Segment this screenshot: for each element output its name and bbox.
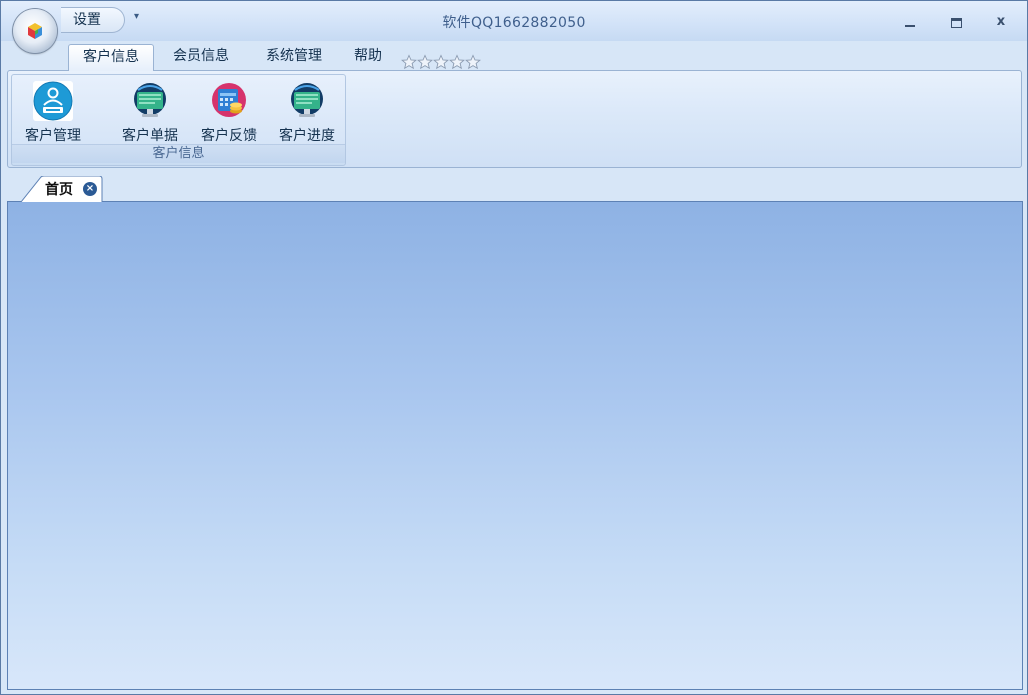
tab-help[interactable]: 帮助 xyxy=(344,44,392,71)
monitor-globe-icon xyxy=(291,83,323,117)
customer-feedback-button[interactable]: 客户反馈 xyxy=(194,79,264,145)
customer-progress-button[interactable]: 客户进度 xyxy=(272,79,342,145)
document-tab-strip: 首页 × xyxy=(7,171,1023,202)
monitor-globe-icon xyxy=(134,83,166,117)
tab-member-info[interactable]: 会员信息 xyxy=(161,44,241,71)
customer-progress-label: 客户进度 xyxy=(279,128,335,144)
client-icon xyxy=(33,81,73,121)
star-icon xyxy=(465,54,481,70)
customer-management-button[interactable]: 客户管理 xyxy=(18,79,88,145)
application-menu-button[interactable] xyxy=(13,9,57,53)
maximize-button[interactable] xyxy=(945,13,967,31)
app-logo-icon xyxy=(28,23,42,39)
minimize-button[interactable] xyxy=(899,13,921,31)
calendar-coins-icon xyxy=(212,83,246,117)
rating-stars[interactable] xyxy=(401,54,481,70)
close-tab-icon[interactable]: × xyxy=(83,182,97,196)
tab-home[interactable]: 首页 × xyxy=(21,176,103,202)
customer-feedback-label: 客户反馈 xyxy=(201,128,257,144)
customer-documents-label: 客户单据 xyxy=(122,128,178,144)
main-content-area xyxy=(7,202,1023,690)
customer-documents-button[interactable]: 客户单据 xyxy=(115,79,185,145)
window-title: 软件QQ1662882050 xyxy=(442,15,586,31)
star-icon xyxy=(449,54,465,70)
app-window: 设置 ▾ 软件QQ1662882050 x 客户信息 会员信息 系统管理 帮助 xyxy=(0,0,1028,695)
star-icon xyxy=(417,54,433,70)
tab-system-management[interactable]: 系统管理 xyxy=(254,44,334,71)
ribbon-tab-bar: 客户信息 会员信息 系统管理 帮助 xyxy=(1,41,1027,71)
ribbon-group-label: 客户信息 xyxy=(12,144,345,163)
tab-home-label: 首页 xyxy=(45,182,73,198)
close-button[interactable]: x xyxy=(990,13,1012,31)
ribbon-group-customer-info: 客户管理 客户单据 客户反馈 客户进度 客户信息 xyxy=(11,74,346,166)
title-bar: 设置 ▾ 软件QQ1662882050 x xyxy=(1,1,1027,41)
tab-customer-info[interactable]: 客户信息 xyxy=(68,44,154,71)
star-icon xyxy=(433,54,449,70)
star-icon xyxy=(401,54,417,70)
customer-management-label: 客户管理 xyxy=(25,128,81,144)
ribbon-panel: 客户管理 客户单据 客户反馈 客户进度 客户信息 xyxy=(7,70,1022,168)
